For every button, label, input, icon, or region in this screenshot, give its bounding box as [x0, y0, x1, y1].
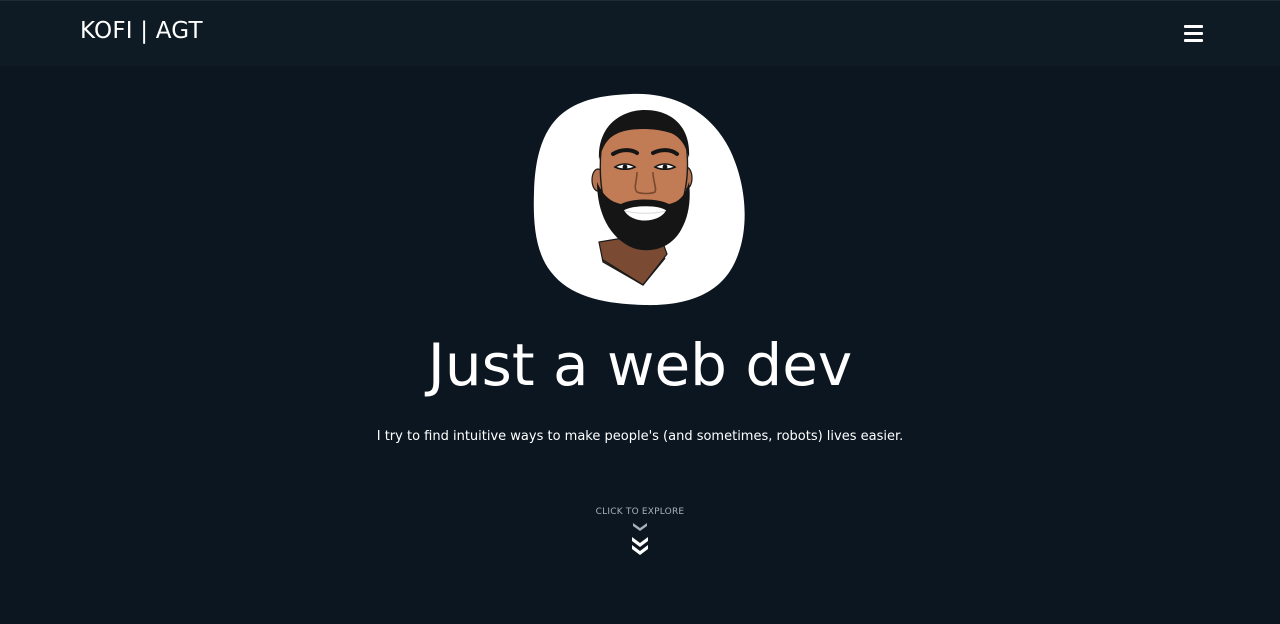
avatar [533, 93, 745, 306]
menu-bar [1184, 39, 1203, 42]
explore-button[interactable]: CLICK TO EXPLORE [560, 505, 720, 557]
menu-bar [1184, 25, 1203, 28]
page-title: Just a web dev [427, 331, 853, 399]
menu-bar [1184, 32, 1203, 35]
navbar: KOFI | AGT [0, 0, 1280, 66]
hero-subtitle: I try to find intuitive ways to make peo… [376, 429, 904, 444]
hamburger-menu-icon[interactable] [1184, 25, 1203, 42]
explore-label: CLICK TO EXPLORE [595, 507, 685, 517]
double-chevron-down-icon [632, 523, 648, 555]
site-logo[interactable]: KOFI | AGT [80, 18, 203, 44]
